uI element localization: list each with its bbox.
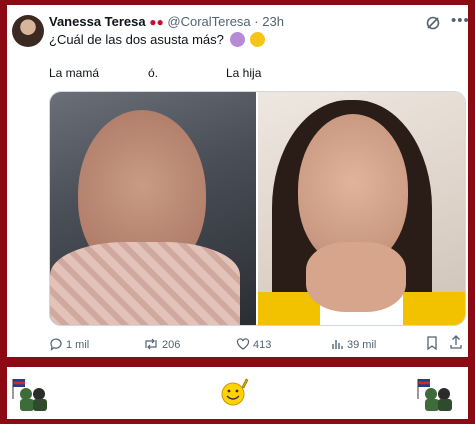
views-count: 39 mil: [347, 339, 377, 351]
bookmark-icon[interactable]: [426, 335, 438, 351]
like-button[interactable]: 413: [236, 337, 271, 351]
share-icon[interactable]: [449, 334, 463, 350]
money-face-emoji: [250, 32, 266, 47]
label-right: La hija: [226, 66, 262, 80]
like-icon: [236, 338, 250, 350]
reply-icon: [50, 338, 62, 351]
photo-left[interactable]: [50, 92, 256, 325]
hands: [306, 242, 406, 312]
views-icon: [332, 340, 343, 349]
tweet-text: ¿Cuál de las dos asusta más?: [49, 32, 266, 47]
footer-banner: [7, 367, 468, 419]
cherry-icon: ●●: [149, 15, 164, 29]
smiley-icon: [221, 378, 249, 406]
reply-count: 1 mil: [66, 339, 90, 351]
repost-icon: [145, 338, 157, 350]
handle[interactable]: @CoralTeresa: [167, 14, 250, 29]
flag-soldiers-icon: [417, 379, 452, 411]
views-button[interactable]: 39 mil: [330, 337, 376, 351]
label-left: La mamá: [49, 66, 100, 80]
like-count: 413: [253, 339, 272, 351]
tweet-header: Vanessa Teresa ●● @CoralTeresa · 23h: [49, 14, 284, 29]
woman-gesturing-emoji: [229, 32, 245, 47]
photo-right[interactable]: [258, 92, 465, 325]
grok-icon[interactable]: [425, 15, 441, 31]
tweet-body: ¿Cuál de las dos asusta más?: [49, 32, 224, 47]
flag-soldiers-icon: [12, 379, 47, 411]
reply-button[interactable]: 1 mil: [49, 337, 89, 351]
repost-button[interactable]: 206: [143, 337, 180, 351]
scarf: [50, 242, 240, 325]
avatar[interactable]: [12, 15, 44, 47]
display-name[interactable]: Vanessa Teresa: [49, 14, 146, 29]
timestamp[interactable]: 23h: [262, 14, 284, 29]
media-grid: [49, 91, 466, 326]
label-middle: ó.: [148, 66, 159, 80]
more-icon[interactable]: •••: [451, 12, 470, 29]
repost-count: 206: [162, 339, 181, 351]
tweet-card: Vanessa Teresa ●● @CoralTeresa · 23h •••…: [7, 5, 470, 357]
separator: ·: [254, 14, 259, 29]
